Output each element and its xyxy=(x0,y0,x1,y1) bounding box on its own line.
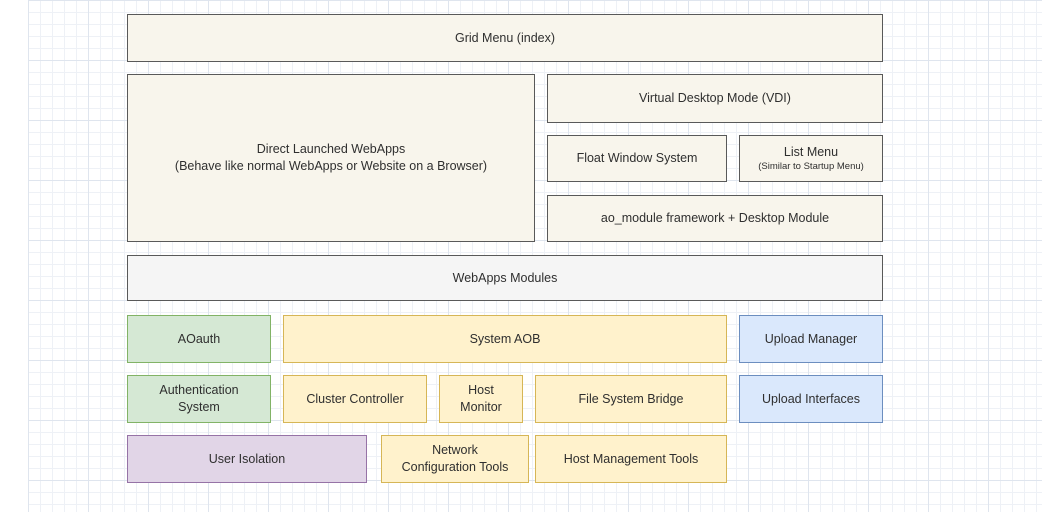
box-authentication-system: Authentication System xyxy=(127,375,271,423)
box-upload-manager-label: Upload Manager xyxy=(765,331,857,348)
box-file-system-bridge: File System Bridge xyxy=(535,375,727,423)
box-direct-launched-webapps-label: Direct Launched WebApps (Behave like nor… xyxy=(175,141,487,175)
box-float-window-system: Float Window System xyxy=(547,135,727,182)
box-host-management-tools: Host Management Tools xyxy=(535,435,727,483)
box-network-configuration-tools-label: Network Configuration Tools xyxy=(402,442,509,476)
box-ao-module-framework: ao_module framework + Desktop Module xyxy=(547,195,883,242)
box-system-aob-label: System AOB xyxy=(470,331,541,348)
box-aoauth-label: AOauth xyxy=(178,331,220,348)
box-user-isolation: User Isolation xyxy=(127,435,367,483)
box-file-system-bridge-label: File System Bridge xyxy=(579,391,684,408)
box-network-configuration-tools: Network Configuration Tools xyxy=(381,435,529,483)
box-grid-menu: Grid Menu (index) xyxy=(127,14,883,62)
box-cluster-controller: Cluster Controller xyxy=(283,375,427,423)
box-host-management-tools-label: Host Management Tools xyxy=(564,451,699,468)
box-virtual-desktop-mode-label: Virtual Desktop Mode (VDI) xyxy=(639,90,791,107)
box-upload-interfaces-label: Upload Interfaces xyxy=(762,391,860,408)
box-user-isolation-label: User Isolation xyxy=(209,451,285,468)
box-list-menu-title: List Menu xyxy=(784,144,838,161)
box-upload-interfaces: Upload Interfaces xyxy=(739,375,883,423)
box-ao-module-framework-label: ao_module framework + Desktop Module xyxy=(601,210,829,227)
box-upload-manager: Upload Manager xyxy=(739,315,883,363)
box-aoauth: AOauth xyxy=(127,315,271,363)
box-host-monitor: Host Monitor xyxy=(439,375,523,423)
box-system-aob: System AOB xyxy=(283,315,727,363)
box-webapps-modules: WebApps Modules xyxy=(127,255,883,301)
box-webapps-modules-label: WebApps Modules xyxy=(453,270,558,287)
box-cluster-controller-label: Cluster Controller xyxy=(306,391,403,408)
box-float-window-system-label: Float Window System xyxy=(577,150,698,167)
box-list-menu-subtitle: (Similar to Startup Menu) xyxy=(758,161,864,173)
box-virtual-desktop-mode: Virtual Desktop Mode (VDI) xyxy=(547,74,883,123)
box-authentication-system-label: Authentication System xyxy=(159,382,238,416)
box-host-monitor-label: Host Monitor xyxy=(460,382,502,416)
box-list-menu: List Menu (Similar to Startup Menu) xyxy=(739,135,883,182)
diagram-canvas: Grid Menu (index) Direct Launched WebApp… xyxy=(0,0,1061,525)
box-grid-menu-label: Grid Menu (index) xyxy=(455,30,555,47)
box-direct-launched-webapps: Direct Launched WebApps (Behave like nor… xyxy=(127,74,535,242)
